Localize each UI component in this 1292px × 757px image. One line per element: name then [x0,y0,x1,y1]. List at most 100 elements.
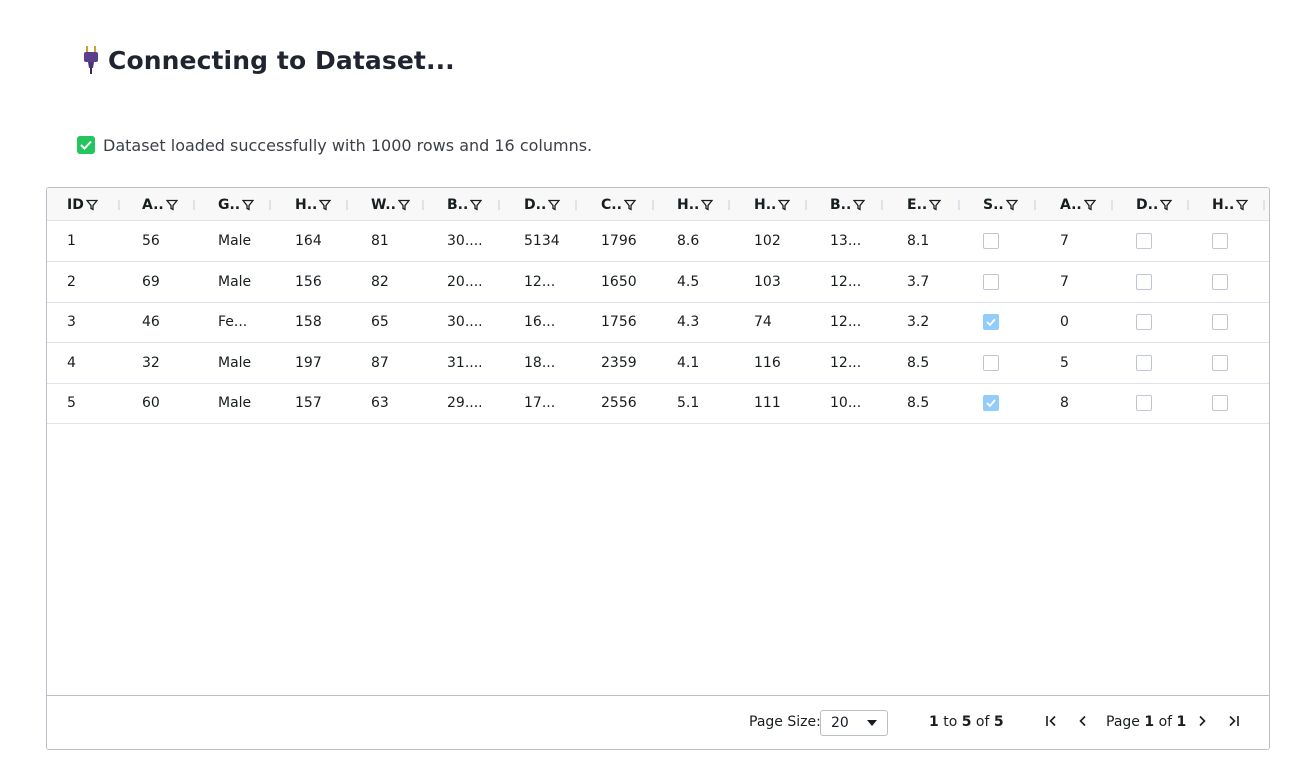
column-header[interactable]: H.. [295,188,332,221]
table-cell: 1796 [601,233,637,249]
column-header[interactable]: H.. [754,188,791,221]
column-header[interactable]: W.. [371,188,410,221]
column-header[interactable]: G.. [218,188,255,221]
cell-checkbox[interactable] [1212,314,1228,330]
filter-icon[interactable] [1160,199,1173,211]
column-header[interactable]: D.. [524,188,561,221]
table-cell: 20.... [447,273,483,290]
column-header[interactable]: H.. [1212,188,1249,221]
cell-checkbox[interactable] [1212,395,1228,411]
table-row[interactable]: 1 56 Male 164 81 30.... 5134 1796 8.6 102 13... 8.1… [47,221,1269,262]
column-header-label: B.. [447,196,469,213]
cell-checkbox[interactable] [1212,233,1228,249]
row-of-word: of [975,714,990,730]
filter-icon[interactable] [623,199,636,211]
column-header[interactable]: S.. [983,188,1018,221]
table-row[interactable]: 3 46 Fe... 158 65 30.... 16... 1756 4.3 74 12... 3.… [47,302,1269,343]
filter-icon[interactable] [319,199,332,211]
column-header[interactable]: B.. [830,188,866,221]
column-resize-handle[interactable] [958,200,960,210]
table-cell [983,221,999,261]
first-page-icon [1046,715,1056,727]
row-to: 5 [961,714,972,730]
cell-checkbox[interactable] [1136,233,1152,249]
filter-icon[interactable] [1005,199,1018,211]
filter-icon[interactable] [397,199,410,211]
column-resize-handle[interactable] [1187,200,1189,210]
column-resize-handle[interactable] [346,200,348,210]
column-resize-handle[interactable] [652,200,654,210]
table-cell: 5 [1060,354,1069,371]
cell-checkbox[interactable] [1212,273,1228,290]
table-cell: 4.5 [677,273,700,290]
filter-icon[interactable] [1083,199,1096,211]
cell-checkbox[interactable] [983,314,999,330]
filter-icon[interactable] [242,199,255,211]
column-resize-handle[interactable] [728,200,730,210]
filter-icon[interactable] [701,199,714,211]
column-resize-handle[interactable] [575,200,577,210]
column-resize-handle[interactable] [1034,200,1036,210]
status-message: Dataset loaded successfully with 1000 ro… [77,134,592,156]
table-cell: 0 [1060,314,1069,330]
column-resize-handle[interactable] [118,200,120,210]
filter-icon[interactable] [929,199,942,211]
filter-icon[interactable] [470,199,483,211]
next-page-button[interactable] [1194,713,1210,729]
cell-checkbox[interactable] [983,233,999,249]
filter-icon[interactable] [778,199,791,211]
column-resize-handle[interactable] [1263,200,1265,210]
column-resize-handle[interactable] [422,200,424,210]
cell-checkbox[interactable] [1136,273,1152,290]
table-cell [1136,262,1152,302]
filter-icon[interactable] [853,199,866,211]
column-header[interactable]: A.. [1060,188,1096,221]
first-page-button[interactable] [1044,713,1060,729]
table-cell: 1 [67,233,76,249]
cell-checkbox[interactable] [1136,395,1152,411]
column-resize-handle[interactable] [881,200,883,210]
column-resize-handle[interactable] [269,200,271,210]
column-header[interactable]: A.. [142,188,178,221]
column-resize-handle[interactable] [1111,200,1113,210]
table-cell [1136,343,1152,383]
column-header[interactable]: ID [67,188,98,221]
column-header[interactable]: B.. [447,188,483,221]
status-text: Dataset loaded successfully with 1000 ro… [103,135,593,155]
column-header-label: D.. [1136,196,1159,213]
table-cell: 65 [371,314,389,330]
table-row[interactable]: 4 32 Male 197 87 31.... 18... 2359 4.1 116 12... 8.… [47,343,1269,384]
column-resize-handle[interactable] [498,200,500,210]
column-header[interactable]: E.. [907,188,942,221]
table-row[interactable]: 5 60 Male 157 63 29.... 17... 2556 5.1 111 10... 8.… [47,383,1269,424]
table-cell: 7 [1060,233,1069,249]
table-cell: 8.5 [907,354,930,371]
last-page-button[interactable] [1225,713,1241,729]
column-header[interactable]: C.. [601,188,636,221]
cell-checkbox[interactable] [1212,354,1228,371]
table-cell: 3 [67,314,76,330]
page-size-select[interactable]: 20 [820,710,888,736]
column-header-label: G.. [218,196,241,213]
column-header[interactable]: H.. [677,188,714,221]
filter-icon[interactable] [1236,199,1249,211]
column-resize-handle[interactable] [805,200,807,210]
table-cell: 5.1 [677,395,700,411]
column-header-label: A.. [142,196,164,213]
table-cell: 81 [371,233,389,249]
column-resize-handle[interactable] [193,200,195,210]
cell-checkbox[interactable] [983,395,999,411]
page-total: 1 [1176,714,1187,730]
cell-checkbox[interactable] [1136,354,1152,371]
previous-page-button[interactable] [1075,713,1091,729]
filter-icon[interactable] [165,199,178,211]
filter-icon[interactable] [548,199,561,211]
cell-checkbox[interactable] [983,354,999,371]
table-cell: Fe... [218,314,248,330]
cell-checkbox[interactable] [983,273,999,290]
row-from: 1 [929,714,939,730]
filter-icon[interactable] [85,199,98,211]
column-header[interactable]: D.. [1136,188,1173,221]
table-row[interactable]: 2 69 Male 156 82 20.... 12... 1650 4.5 103 12... 3.… [47,262,1269,303]
cell-checkbox[interactable] [1136,314,1152,330]
